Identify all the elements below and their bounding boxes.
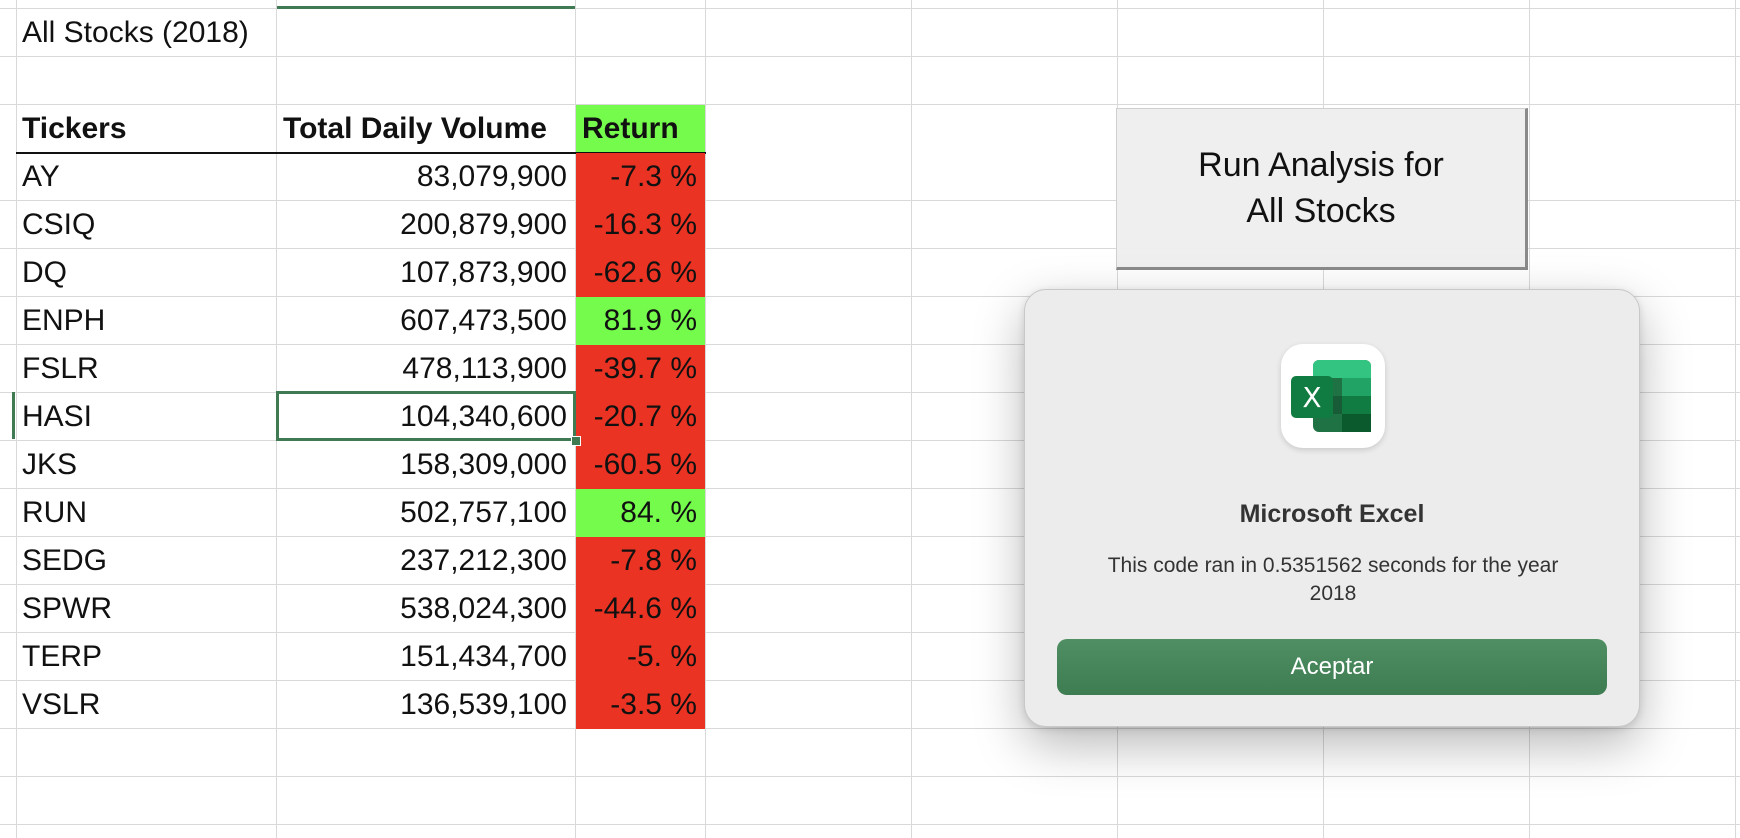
volume-cell[interactable]: 478,113,900 [277, 345, 575, 393]
grid-line [0, 824, 1740, 825]
column-selection-accent [277, 6, 575, 9]
return-cell[interactable]: -5. % [576, 633, 705, 681]
return-cell[interactable]: -39.7 % [576, 345, 705, 393]
ticker-cell[interactable]: RUN [16, 489, 276, 537]
spreadsheet-grid[interactable]: All Stocks (2018) Tickers Total Daily Vo… [0, 0, 1740, 838]
volume-cell[interactable]: 502,757,100 [277, 489, 575, 537]
ticker-cell[interactable]: SEDG [16, 537, 276, 585]
volume-cell[interactable]: 136,539,100 [277, 681, 575, 729]
volume-cell[interactable]: 107,873,900 [277, 249, 575, 297]
header-total-daily-volume[interactable]: Total Daily Volume [277, 105, 575, 153]
header-tickers[interactable]: Tickers [16, 105, 276, 153]
return-cell[interactable]: -3.5 % [576, 681, 705, 729]
volume-cell[interactable]: 607,473,500 [277, 297, 575, 345]
return-cell[interactable]: -62.6 % [576, 249, 705, 297]
excel-icon-letter: X [1302, 381, 1321, 414]
run-analysis-button[interactable]: Run Analysis for All Stocks [1116, 108, 1528, 270]
grid-line [911, 0, 912, 838]
run-button-line2: All Stocks [1246, 192, 1396, 230]
volume-cell[interactable]: 158,309,000 [277, 441, 575, 489]
ticker-cell[interactable]: JKS [16, 441, 276, 489]
volume-cell[interactable]: 237,212,300 [277, 537, 575, 585]
header-return[interactable]: Return [576, 105, 705, 153]
grid-line [705, 0, 706, 838]
return-cell[interactable]: -20.7 % [576, 393, 705, 441]
ticker-cell[interactable]: DQ [16, 249, 276, 297]
excel-icon: X [1291, 360, 1371, 432]
alert-dialog: X Microsoft Excel This code ran in 0.535… [1024, 289, 1640, 727]
return-cell[interactable]: -44.6 % [576, 585, 705, 633]
dialog-message: This code ran in 0.5351562 seconds for t… [1107, 554, 1559, 605]
return-cell[interactable]: -16.3 % [576, 201, 705, 249]
active-row-marker [12, 392, 15, 439]
ticker-cell[interactable]: TERP [16, 633, 276, 681]
return-cell[interactable]: -7.3 % [576, 153, 705, 201]
run-button-line1: Run Analysis for [1198, 146, 1444, 184]
ok-button[interactable]: Aceptar [1057, 639, 1607, 695]
grid-line [1735, 0, 1736, 838]
ticker-cell[interactable]: FSLR [16, 345, 276, 393]
volume-cell[interactable]: 538,024,300 [277, 585, 575, 633]
volume-cell[interactable]: 200,879,900 [277, 201, 575, 249]
grid-line [0, 776, 1740, 777]
volume-cell[interactable]: 151,434,700 [277, 633, 575, 681]
active-cell-selection [276, 391, 576, 441]
return-cell[interactable]: -7.8 % [576, 537, 705, 585]
fill-handle[interactable] [571, 436, 581, 446]
volume-cell[interactable]: 83,079,900 [277, 153, 575, 201]
ticker-cell[interactable]: CSIQ [16, 201, 276, 249]
return-cell[interactable]: 84. % [576, 489, 705, 537]
return-cell[interactable]: 81.9 % [576, 297, 705, 345]
dialog-title: Microsoft Excel [1239, 500, 1425, 528]
ticker-cell[interactable]: HASI [16, 393, 276, 441]
sheet-title-cell[interactable]: All Stocks (2018) [16, 9, 276, 57]
ticker-cell[interactable]: SPWR [16, 585, 276, 633]
excel-app-icon: X [1281, 344, 1385, 448]
ticker-cell[interactable]: ENPH [16, 297, 276, 345]
return-cell[interactable]: -60.5 % [576, 441, 705, 489]
ticker-cell[interactable]: AY [16, 153, 276, 201]
ticker-cell[interactable]: VSLR [16, 681, 276, 729]
